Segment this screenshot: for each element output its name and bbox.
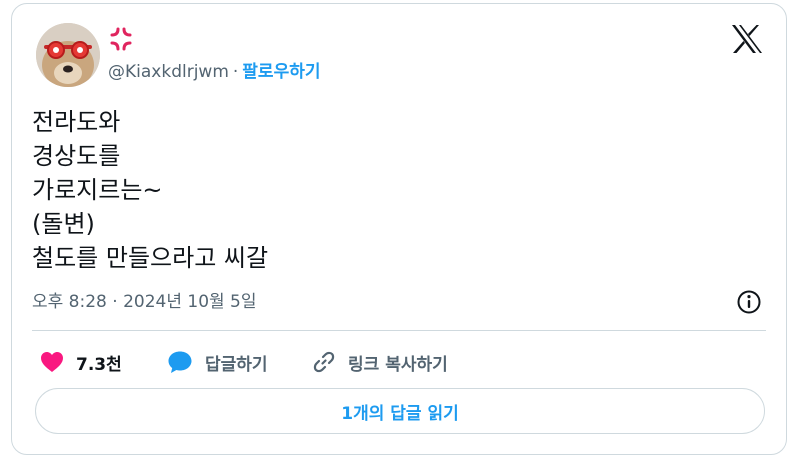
like-count: 7.3천	[76, 354, 122, 375]
copy-link-button[interactable]: 링크 복사하기	[312, 347, 448, 377]
reply-button[interactable]: 답글하기	[167, 347, 268, 377]
author-info: @Kiaxkdlrjwm · 팔로우하기	[108, 60, 321, 84]
x-logo-icon[interactable]	[730, 24, 764, 54]
tweet-timestamp[interactable]: 오후 8:28 · 2024년 10월 5일	[32, 290, 257, 314]
read-replies-label: 1개의 답글 읽기	[341, 403, 459, 424]
author-handle[interactable]: @Kiaxkdlrjwm	[108, 62, 229, 82]
speech-bubble-icon	[168, 351, 192, 373]
tweet-line: 경상도를	[32, 142, 121, 170]
tweet-line: 전라도와	[32, 108, 121, 136]
copy-link-label: 링크 복사하기	[348, 354, 448, 375]
anger-symbol-icon	[110, 27, 132, 51]
tweet-card: @Kiaxkdlrjwm · 팔로우하기 전라도와 경상도를 가로지르는~ (돌변)…	[11, 3, 787, 455]
tweet-line: 철도를 만들으라고 씨갈	[32, 244, 269, 272]
tweet-line: (돌변)	[32, 210, 95, 238]
link-icon	[313, 351, 335, 373]
follow-button[interactable]: 팔로우하기	[242, 62, 320, 82]
divider	[32, 330, 766, 331]
tweet-text: 전라도와 경상도를 가로지르는~ (돌변) 철도를 만들으라고 씨갈	[32, 105, 268, 275]
separator-dot: ·	[232, 62, 239, 82]
info-icon[interactable]	[736, 289, 762, 315]
author-avatar[interactable]	[36, 23, 100, 87]
heart-icon	[41, 352, 63, 372]
reply-label: 답글하기	[205, 354, 268, 375]
like-button[interactable]: 7.3천	[40, 347, 122, 377]
tweet-line: 가로지르는~	[32, 176, 163, 204]
read-replies-button[interactable]: 1개의 답글 읽기	[35, 388, 765, 434]
